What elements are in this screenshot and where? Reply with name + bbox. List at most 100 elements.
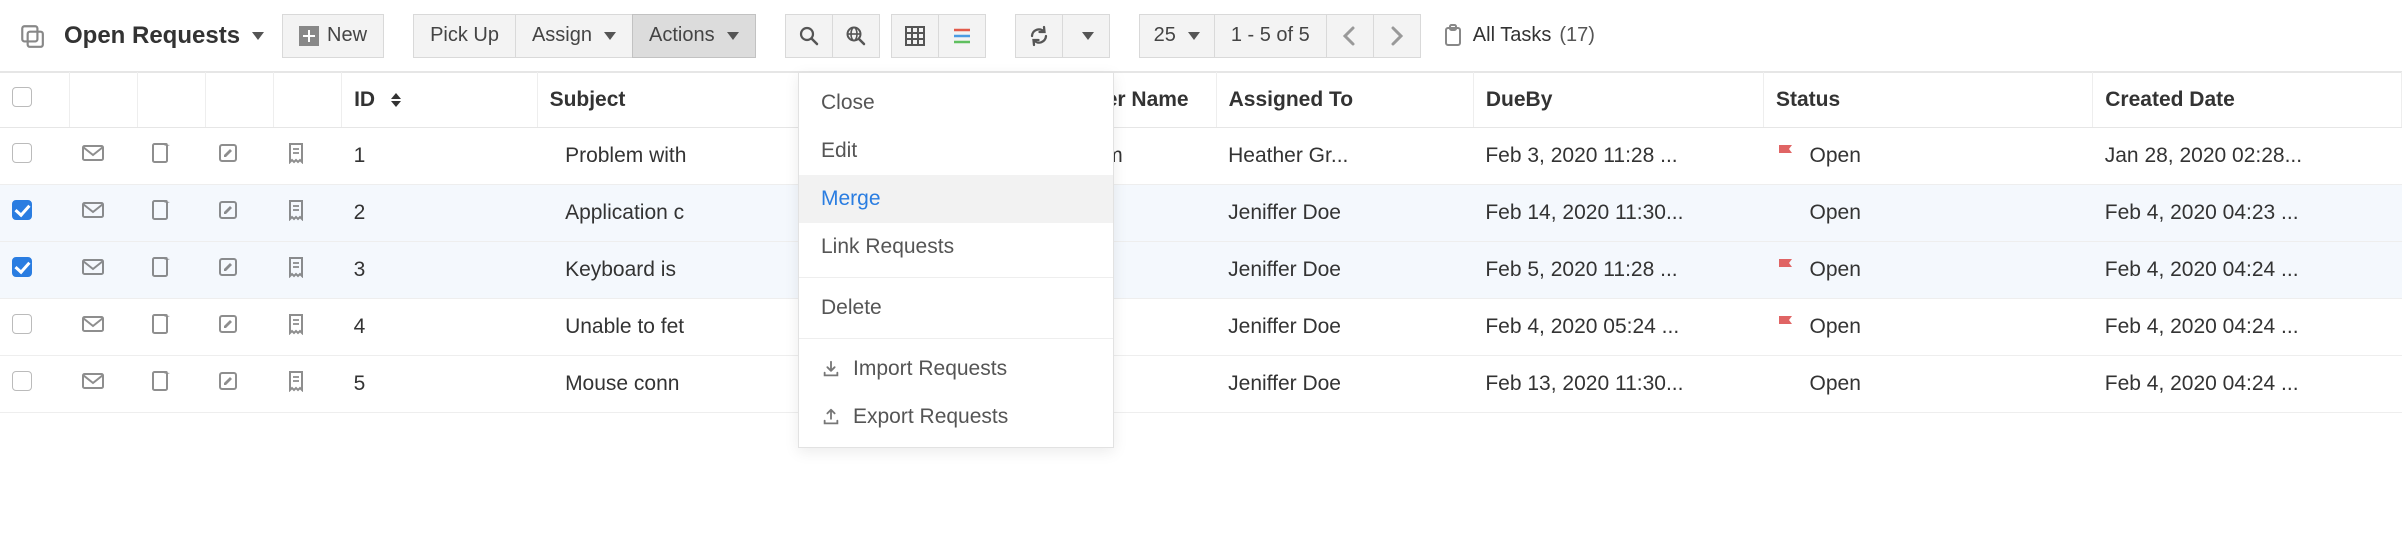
mail-icon[interactable] xyxy=(70,356,138,413)
cell-status: Open xyxy=(1764,356,2093,413)
view-title-label: Open Requests xyxy=(64,22,240,50)
assign-button[interactable]: Assign xyxy=(515,14,633,58)
export-icon xyxy=(821,407,841,427)
mail-icon[interactable] xyxy=(70,128,138,185)
col-assigned[interactable]: Assigned To xyxy=(1216,73,1473,128)
actions-menu-link-requests[interactable]: Link Requests xyxy=(799,223,1113,271)
table-view-button[interactable] xyxy=(891,14,939,58)
assign-label: Assign xyxy=(532,24,592,47)
all-tasks-count: (17) xyxy=(1559,24,1595,47)
actions-menu-export[interactable]: Export Requests xyxy=(799,393,1113,441)
edit-icon[interactable] xyxy=(206,242,274,299)
actions-menu-edit[interactable]: Edit xyxy=(799,127,1113,175)
receipt-icon[interactable] xyxy=(274,299,342,356)
table-row[interactable]: 5 Mouse conn m Jeniffer Doe Feb 13, 2020… xyxy=(0,356,2402,413)
cell-assigned: Jeniffer Doe xyxy=(1216,185,1473,242)
cell-id: 5 xyxy=(342,356,537,413)
actions-dropdown: Close Edit Merge Link Requests Delete Im… xyxy=(798,72,1114,448)
new-doc-icon[interactable] xyxy=(138,242,206,299)
cell-status: Open xyxy=(1764,299,2093,356)
row-checkbox[interactable] xyxy=(12,371,32,391)
cell-status: Open xyxy=(1764,128,2093,185)
pickup-button[interactable]: Pick Up xyxy=(413,14,516,58)
new-doc-icon[interactable] xyxy=(138,299,206,356)
global-search-button[interactable] xyxy=(832,14,880,58)
mail-icon[interactable] xyxy=(70,242,138,299)
flag-icon xyxy=(1776,313,1796,341)
list-view-button[interactable] xyxy=(938,14,986,58)
cell-created: Jan 28, 2020 02:28... xyxy=(2093,128,2402,185)
refresh-button[interactable] xyxy=(1015,14,1063,58)
col-id[interactable]: ID xyxy=(342,73,537,128)
col-status[interactable]: Status xyxy=(1764,73,2093,128)
caret-down-icon xyxy=(1188,32,1200,40)
view-selector[interactable]: Open Requests xyxy=(64,22,264,50)
new-doc-icon[interactable] xyxy=(138,128,206,185)
search-button[interactable] xyxy=(785,14,833,58)
row-checkbox[interactable] xyxy=(12,200,32,220)
actions-menu-close[interactable]: Close xyxy=(799,79,1113,127)
edit-icon[interactable] xyxy=(206,299,274,356)
row-checkbox[interactable] xyxy=(12,257,32,277)
copy-icon[interactable] xyxy=(12,23,52,49)
cell-id: 2 xyxy=(342,185,537,242)
actions-menu-merge[interactable]: Merge xyxy=(799,175,1113,223)
flag-icon xyxy=(1776,256,1796,284)
refresh-options-button[interactable] xyxy=(1062,14,1110,58)
col-dueby[interactable]: DueBy xyxy=(1473,73,1763,128)
actions-button[interactable]: Actions xyxy=(632,14,756,58)
table-row[interactable]: 4 Unable to fet m Jeniffer Doe Feb 4, 20… xyxy=(0,299,2402,356)
toolbar: Open Requests New Pick Up Assign Actions xyxy=(0,0,2402,72)
next-page-button[interactable] xyxy=(1373,14,1421,58)
edit-icon[interactable] xyxy=(206,185,274,242)
mail-icon[interactable] xyxy=(70,299,138,356)
table-row[interactable]: 3 Keyboard is m Jeniffer Doe Feb 5, 2020… xyxy=(0,242,2402,299)
page-size-selector[interactable]: 25 xyxy=(1139,14,1215,58)
cell-id: 1 xyxy=(342,128,537,185)
import-icon xyxy=(821,359,841,379)
cell-assigned: Jeniffer Doe xyxy=(1216,299,1473,356)
status-text: Open xyxy=(1810,258,1861,282)
actions-menu-import[interactable]: Import Requests xyxy=(799,345,1113,393)
new-button[interactable]: New xyxy=(282,14,384,58)
receipt-icon[interactable] xyxy=(274,242,342,299)
menu-divider xyxy=(799,338,1113,339)
cell-dueby: Feb 14, 2020 11:30... xyxy=(1473,185,1763,242)
status-text: Open xyxy=(1810,372,1861,396)
prev-page-button[interactable] xyxy=(1326,14,1374,58)
sort-icon xyxy=(391,93,401,107)
select-all-checkbox[interactable] xyxy=(12,87,32,107)
page-range-label: 1 - 5 of 5 xyxy=(1231,24,1310,47)
cell-assigned: Jeniffer Doe xyxy=(1216,242,1473,299)
cell-dueby: Feb 5, 2020 11:28 ... xyxy=(1473,242,1763,299)
menu-divider xyxy=(799,277,1113,278)
col-checkbox[interactable] xyxy=(0,73,70,128)
cell-created: Feb 4, 2020 04:24 ... xyxy=(2093,356,2402,413)
cell-id: 4 xyxy=(342,299,537,356)
table-row[interactable]: 1 Problem with er Graham Heather Gr... F… xyxy=(0,128,2402,185)
new-doc-icon[interactable] xyxy=(138,356,206,413)
new-doc-icon[interactable] xyxy=(138,185,206,242)
table-header-row: ID Subject Requester Name Assigned To Du… xyxy=(0,73,2402,128)
receipt-icon[interactable] xyxy=(274,128,342,185)
receipt-icon[interactable] xyxy=(274,185,342,242)
plus-icon xyxy=(299,26,319,46)
actions-menu-delete[interactable]: Delete xyxy=(799,284,1113,332)
cell-dueby: Feb 13, 2020 11:30... xyxy=(1473,356,1763,413)
edit-icon[interactable] xyxy=(206,356,274,413)
mail-icon[interactable] xyxy=(70,185,138,242)
row-checkbox[interactable] xyxy=(12,314,32,334)
table-row[interactable]: 2 Application c m Jeniffer Doe Feb 14, 2… xyxy=(0,185,2402,242)
row-checkbox[interactable] xyxy=(12,143,32,163)
all-tasks-link[interactable]: All Tasks (17) xyxy=(1441,24,1595,48)
lines-icon xyxy=(951,25,973,47)
col-icon xyxy=(206,73,274,128)
col-created[interactable]: Created Date xyxy=(2093,73,2402,128)
receipt-icon[interactable] xyxy=(274,356,342,413)
status-text: Open xyxy=(1810,201,1861,225)
flag-icon xyxy=(1776,142,1796,170)
new-button-label: New xyxy=(327,24,367,47)
caret-down-icon xyxy=(1082,32,1094,40)
refresh-icon xyxy=(1028,25,1050,47)
edit-icon[interactable] xyxy=(206,128,274,185)
